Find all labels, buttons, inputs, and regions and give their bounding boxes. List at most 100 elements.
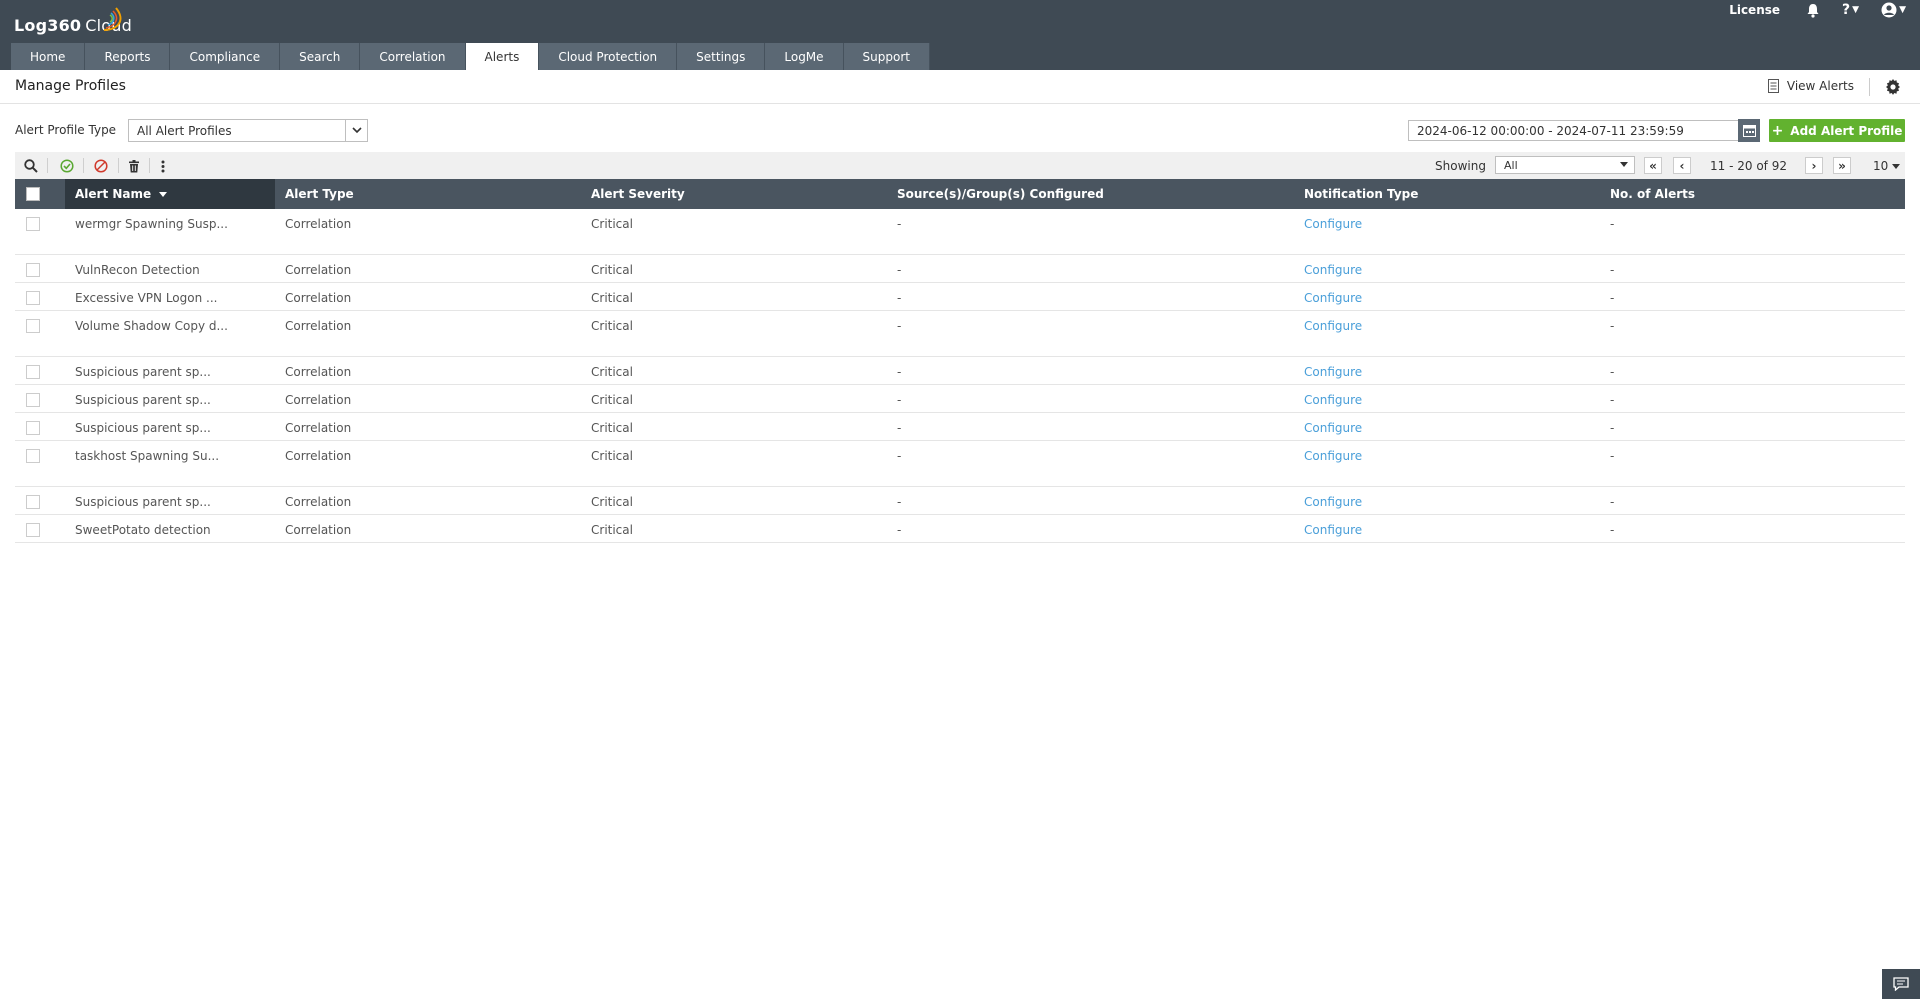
alert-profile-type-select[interactable]: All Alert Profiles: [128, 119, 368, 142]
column-header-notification-type[interactable]: Notification Type: [1304, 187, 1418, 201]
table-toolbar: Showing All « ‹ 11 - 20 of 92 › » 10: [15, 152, 1905, 179]
user-avatar-icon: [1881, 2, 1897, 18]
alert-type-cell: Correlation: [285, 523, 352, 537]
gear-icon[interactable]: [1885, 79, 1901, 98]
bell-icon[interactable]: [1806, 3, 1820, 18]
toolbar-divider: [83, 158, 84, 173]
chevron-down-icon: ▼: [1852, 5, 1860, 15]
alert-count-cell: -: [1610, 365, 1615, 379]
row-checkbox[interactable]: [26, 365, 40, 379]
sort-down-icon: [159, 192, 168, 197]
tab-correlation[interactable]: Correlation: [360, 43, 466, 70]
more-options-icon[interactable]: [155, 158, 171, 174]
alert-name-cell[interactable]: wermgr Spawning Susp...: [75, 217, 228, 231]
table-row[interactable]: wermgr Spawning Susp... Correlation Critic…: [15, 209, 1905, 255]
alert-name-cell[interactable]: SweetPotato detection: [75, 523, 211, 537]
search-icon[interactable]: [23, 158, 39, 174]
add-alert-profile-button[interactable]: + Add Alert Profile: [1769, 119, 1905, 142]
toolbar-divider: [47, 158, 48, 173]
showing-select[interactable]: All: [1495, 156, 1635, 174]
row-checkbox[interactable]: [26, 319, 40, 333]
tab-compliance[interactable]: Compliance: [170, 43, 281, 70]
toolbar-divider: [118, 158, 119, 173]
calendar-icon[interactable]: [1738, 119, 1760, 142]
configure-link[interactable]: Configure: [1304, 263, 1362, 277]
per-page-select[interactable]: 10: [1873, 159, 1901, 173]
alert-count-cell: -: [1610, 217, 1615, 231]
row-checkbox[interactable]: [26, 421, 40, 435]
trash-icon[interactable]: [126, 158, 142, 174]
logo-swirl-icon: [103, 7, 122, 31]
chevron-down-icon[interactable]: [345, 120, 367, 141]
alert-type-cell: Correlation: [285, 291, 352, 305]
row-checkbox[interactable]: [26, 291, 40, 305]
column-header-alert-name[interactable]: Alert Name: [75, 187, 168, 201]
license-link[interactable]: License: [1729, 3, 1780, 17]
table-row[interactable]: Suspicious parent sp... Correlation Critic…: [15, 385, 1905, 413]
page-title-bar: Manage Profiles View Alerts: [0, 70, 1920, 104]
alert-name-cell[interactable]: Suspicious parent sp...: [75, 421, 211, 435]
configure-link[interactable]: Configure: [1304, 365, 1362, 379]
tab-logme[interactable]: LogMe: [765, 43, 844, 70]
sources-cell: -: [897, 319, 902, 333]
disable-icon[interactable]: [93, 158, 109, 174]
user-menu[interactable]: ▼: [1881, 2, 1906, 18]
select-all-checkbox[interactable]: [26, 187, 40, 201]
alert-name-cell[interactable]: Volume Shadow Copy d...: [75, 319, 228, 333]
table-row[interactable]: Suspicious parent sp... Correlation Critic…: [15, 487, 1905, 515]
table-row[interactable]: Suspicious parent sp... Correlation Critic…: [15, 413, 1905, 441]
alert-name-cell[interactable]: Suspicious parent sp...: [75, 393, 211, 407]
tab-support[interactable]: Support: [843, 43, 930, 70]
chat-icon[interactable]: [1882, 969, 1920, 999]
sources-cell: -: [897, 291, 902, 305]
tab-search[interactable]: Search: [280, 43, 361, 70]
table-row[interactable]: Volume Shadow Copy d... Correlation Critic…: [15, 311, 1905, 357]
table-row[interactable]: VulnRecon Detection Correlation Critical - C…: [15, 255, 1905, 283]
row-checkbox[interactable]: [26, 263, 40, 277]
table-row[interactable]: taskhost Spawning Su... Correlation Critic…: [15, 441, 1905, 487]
prev-page-button[interactable]: ‹: [1673, 157, 1691, 174]
table-row[interactable]: SweetPotato detection Correlation Critical…: [15, 515, 1905, 543]
row-checkbox[interactable]: [26, 217, 40, 231]
alert-count-cell: -: [1610, 523, 1615, 537]
alert-type-cell: Correlation: [285, 365, 352, 379]
tab-cloud-protection[interactable]: Cloud Protection: [539, 43, 678, 70]
alert-name-cell[interactable]: VulnRecon Detection: [75, 263, 200, 277]
alert-name-cell[interactable]: Excessive VPN Logon ...: [75, 291, 217, 305]
column-header-sources[interactable]: Source(s)/Group(s) Configured: [897, 187, 1104, 201]
column-header-alert-type[interactable]: Alert Type: [285, 187, 354, 201]
tab-home[interactable]: Home: [11, 43, 86, 70]
last-page-button[interactable]: »: [1833, 157, 1851, 174]
configure-link[interactable]: Configure: [1304, 523, 1362, 537]
first-page-button[interactable]: «: [1644, 157, 1662, 174]
table-header: Alert Name Alert Type Alert Severity Sou…: [15, 179, 1905, 209]
configure-link[interactable]: Configure: [1304, 421, 1362, 435]
alert-name-cell[interactable]: taskhost Spawning Su...: [75, 449, 219, 463]
configure-link[interactable]: Configure: [1304, 217, 1362, 231]
tab-reports[interactable]: Reports: [85, 43, 171, 70]
view-alerts-label: View Alerts: [1786, 79, 1854, 93]
row-checkbox[interactable]: [26, 495, 40, 509]
column-header-alert-count[interactable]: No. of Alerts: [1610, 187, 1695, 201]
enable-icon[interactable]: [59, 158, 75, 174]
showing-value: All: [1504, 159, 1518, 172]
configure-link[interactable]: Configure: [1304, 291, 1362, 305]
date-range-input[interactable]: 2024-06-12 00:00:00 - 2024-07-11 23:59:5…: [1408, 120, 1739, 141]
table-row[interactable]: Excessive VPN Logon ... Correlation Critic…: [15, 283, 1905, 311]
row-checkbox[interactable]: [26, 449, 40, 463]
table-row[interactable]: Suspicious parent sp... Correlation Critic…: [15, 357, 1905, 385]
tab-settings[interactable]: Settings: [677, 43, 766, 70]
help-menu[interactable]: ? ▼: [1842, 2, 1859, 18]
tab-alerts[interactable]: Alerts: [465, 43, 540, 70]
configure-link[interactable]: Configure: [1304, 495, 1362, 509]
configure-link[interactable]: Configure: [1304, 449, 1362, 463]
row-checkbox[interactable]: [26, 393, 40, 407]
configure-link[interactable]: Configure: [1304, 319, 1362, 333]
row-checkbox[interactable]: [26, 523, 40, 537]
column-header-alert-severity[interactable]: Alert Severity: [591, 187, 685, 201]
configure-link[interactable]: Configure: [1304, 393, 1362, 407]
next-page-button[interactable]: ›: [1805, 157, 1823, 174]
alert-name-cell[interactable]: Suspicious parent sp...: [75, 365, 211, 379]
view-alerts-button[interactable]: View Alerts: [1767, 79, 1854, 93]
alert-name-cell[interactable]: Suspicious parent sp...: [75, 495, 211, 509]
